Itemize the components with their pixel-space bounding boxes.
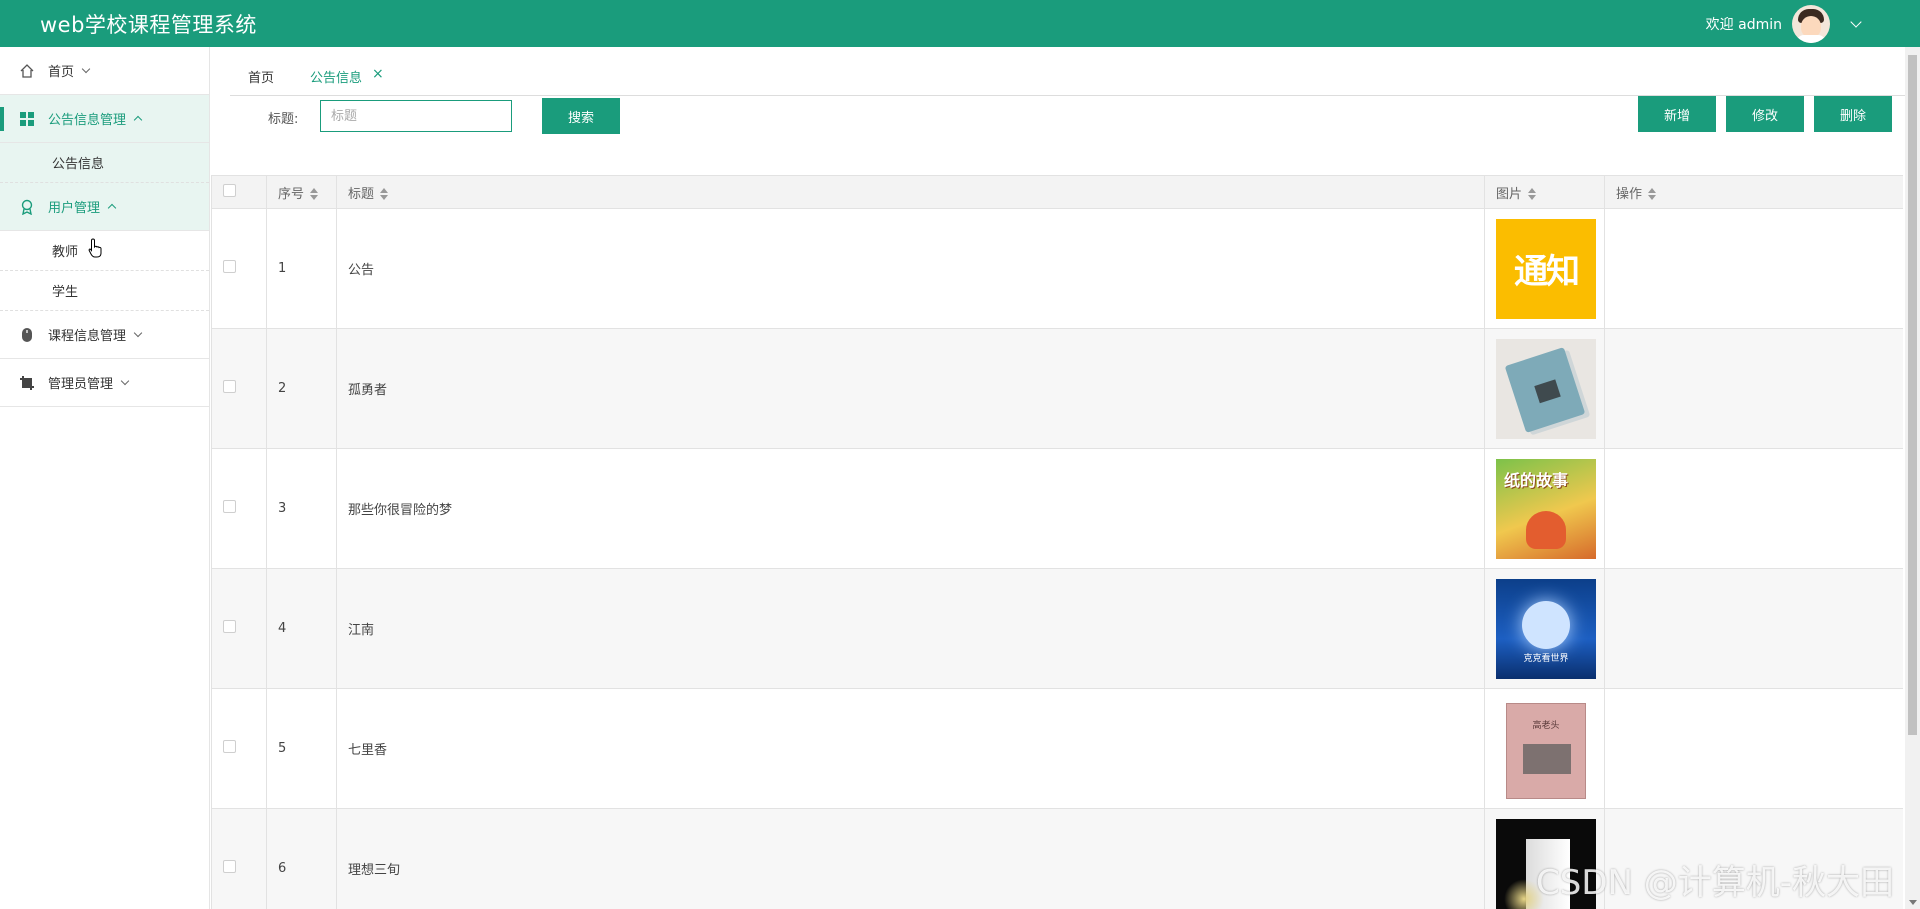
sort-icon[interactable] — [1527, 188, 1537, 200]
crop-icon — [18, 374, 36, 392]
table-row[interactable]: 3 那些你很冒险的梦 纸的故事 — [211, 448, 1903, 569]
watermark: CSDN @计算机-秋大田 — [1536, 863, 1895, 903]
chevron-down-icon[interactable] — [1850, 15, 1862, 28]
row-image-text: 通知 — [1514, 252, 1580, 292]
tab-notice[interactable]: 公告信息 × — [292, 58, 402, 96]
scrollbar-thumb[interactable] — [1908, 55, 1917, 735]
table-row[interactable]: 4 江南 克克看世界 — [211, 568, 1903, 689]
select-all-cell[interactable] — [211, 175, 267, 209]
select-all-checkbox[interactable] — [223, 183, 236, 197]
sidebar: 首页 公告信息管理 公告信息 用户管理 教师 学生 课程信息管理 管理员管理 — [0, 47, 210, 909]
row-image-text: 高老头 — [1532, 720, 1560, 731]
table-row[interactable]: 2 孤勇者 — [211, 328, 1903, 449]
row-index: 5 — [266, 688, 337, 809]
chevron-down-icon — [120, 376, 130, 385]
search-input[interactable] — [320, 100, 512, 132]
column-header-title[interactable]: 标题 — [336, 175, 1485, 209]
sidebar-subitem-teacher[interactable]: 教师 — [0, 231, 209, 271]
sidebar-item-admin-management[interactable]: 管理员管理 — [0, 359, 209, 407]
row-actions — [1604, 568, 1903, 689]
welcome-text: 欢迎 admin — [1705, 16, 1782, 33]
sidebar-item-user-management[interactable]: 用户管理 — [0, 183, 209, 231]
sort-icon[interactable] — [1647, 188, 1657, 200]
sidebar-item-notice-management[interactable]: 公告信息管理 — [0, 95, 209, 143]
row-checkbox[interactable] — [223, 380, 236, 393]
row-image-text: 纸的故事 — [1504, 470, 1569, 490]
sidebar-item-label: 用户管理 — [48, 201, 101, 216]
sidebar-item-home[interactable]: 首页 — [0, 47, 209, 95]
row-checkbox[interactable] — [223, 260, 236, 273]
row-index: 2 — [266, 328, 337, 449]
column-header-index[interactable]: 序号 — [266, 175, 337, 209]
grid-icon — [18, 110, 36, 128]
tab-bar: 首页 公告信息 × — [230, 58, 1920, 96]
tab-label: 公告信息 — [310, 71, 363, 86]
chevron-up-icon — [107, 203, 117, 213]
chevron-down-icon — [133, 328, 143, 337]
sort-icon[interactable] — [379, 188, 389, 200]
row-index: 1 — [266, 208, 337, 329]
row-actions — [1604, 328, 1903, 449]
tab-label: 首页 — [248, 71, 275, 86]
sidebar-item-label: 课程信息管理 — [48, 329, 127, 344]
close-icon[interactable]: × — [372, 66, 384, 82]
scroll-down-arrow-icon[interactable] — [1909, 900, 1917, 905]
row-title: 理想三旬 — [336, 808, 1485, 909]
row-image[interactable] — [1496, 338, 1596, 439]
avatar[interactable] — [1792, 4, 1830, 43]
row-checkbox[interactable] — [223, 740, 236, 753]
sidebar-subitem-student[interactable]: 学生 — [0, 271, 209, 311]
data-table: 序号 标题 图片 操作 1 公告 通知 2 孤勇者 3 那些你很冒险的梦 纸的故… — [211, 175, 1903, 909]
chevron-up-icon — [133, 115, 143, 125]
row-checkbox[interactable] — [223, 500, 236, 513]
row-checkbox[interactable] — [223, 620, 236, 633]
column-header-image[interactable]: 图片 — [1484, 175, 1605, 209]
row-title: 七里香 — [336, 688, 1485, 809]
table-header-row: 序号 标题 图片 操作 — [211, 175, 1903, 209]
page-scrollbar[interactable] — [1905, 47, 1920, 909]
row-image[interactable]: 通知 — [1496, 218, 1596, 319]
table-row[interactable]: 1 公告 通知 — [211, 208, 1903, 329]
top-header: web学校课程管理系统 欢迎 admin — [0, 0, 1920, 47]
sort-icon[interactable] — [309, 188, 319, 200]
user-badge-icon — [18, 198, 36, 216]
add-button[interactable]: 新增 — [1638, 96, 1716, 132]
row-image[interactable]: 克克看世界 — [1496, 578, 1596, 679]
tab-home[interactable]: 首页 — [230, 58, 292, 96]
sidebar-item-label: 首页 — [48, 65, 75, 80]
home-icon — [18, 62, 36, 80]
row-index: 3 — [266, 448, 337, 569]
mouse-icon — [18, 326, 36, 344]
row-actions — [1604, 688, 1903, 809]
user-area[interactable]: 欢迎 admin — [1705, 0, 1862, 47]
row-index: 6 — [266, 808, 337, 909]
row-index: 4 — [266, 568, 337, 689]
row-image-text: 克克看世界 — [1523, 653, 1569, 664]
app-title: web学校课程管理系统 — [40, 12, 257, 37]
row-image[interactable]: 高老头 — [1496, 698, 1596, 799]
row-image[interactable]: 纸的故事 — [1496, 458, 1596, 559]
row-title: 公告 — [336, 208, 1485, 329]
search-label: 标题: — [268, 112, 299, 127]
sidebar-item-label: 公告信息管理 — [48, 113, 127, 128]
table-row[interactable]: 5 七里香 高老头 — [211, 688, 1903, 809]
edit-button[interactable]: 修改 — [1726, 96, 1804, 132]
row-checkbox[interactable] — [223, 860, 236, 873]
column-header-actions[interactable]: 操作 — [1604, 175, 1903, 209]
sidebar-subitem-notice[interactable]: 公告信息 — [0, 143, 209, 183]
chevron-down-icon — [81, 64, 91, 73]
hand-cursor-icon — [88, 238, 102, 258]
search-bar: 标题: 搜索 新增 修改 删除 — [230, 96, 1900, 140]
row-title: 孤勇者 — [336, 328, 1485, 449]
search-button[interactable]: 搜索 — [542, 98, 620, 134]
row-actions — [1604, 448, 1903, 569]
row-title: 江南 — [336, 568, 1485, 689]
sidebar-item-course-management[interactable]: 课程信息管理 — [0, 311, 209, 359]
row-actions — [1604, 208, 1903, 329]
row-title: 那些你很冒险的梦 — [336, 448, 1485, 569]
delete-button[interactable]: 删除 — [1814, 96, 1892, 132]
sidebar-item-label: 管理员管理 — [48, 377, 114, 392]
